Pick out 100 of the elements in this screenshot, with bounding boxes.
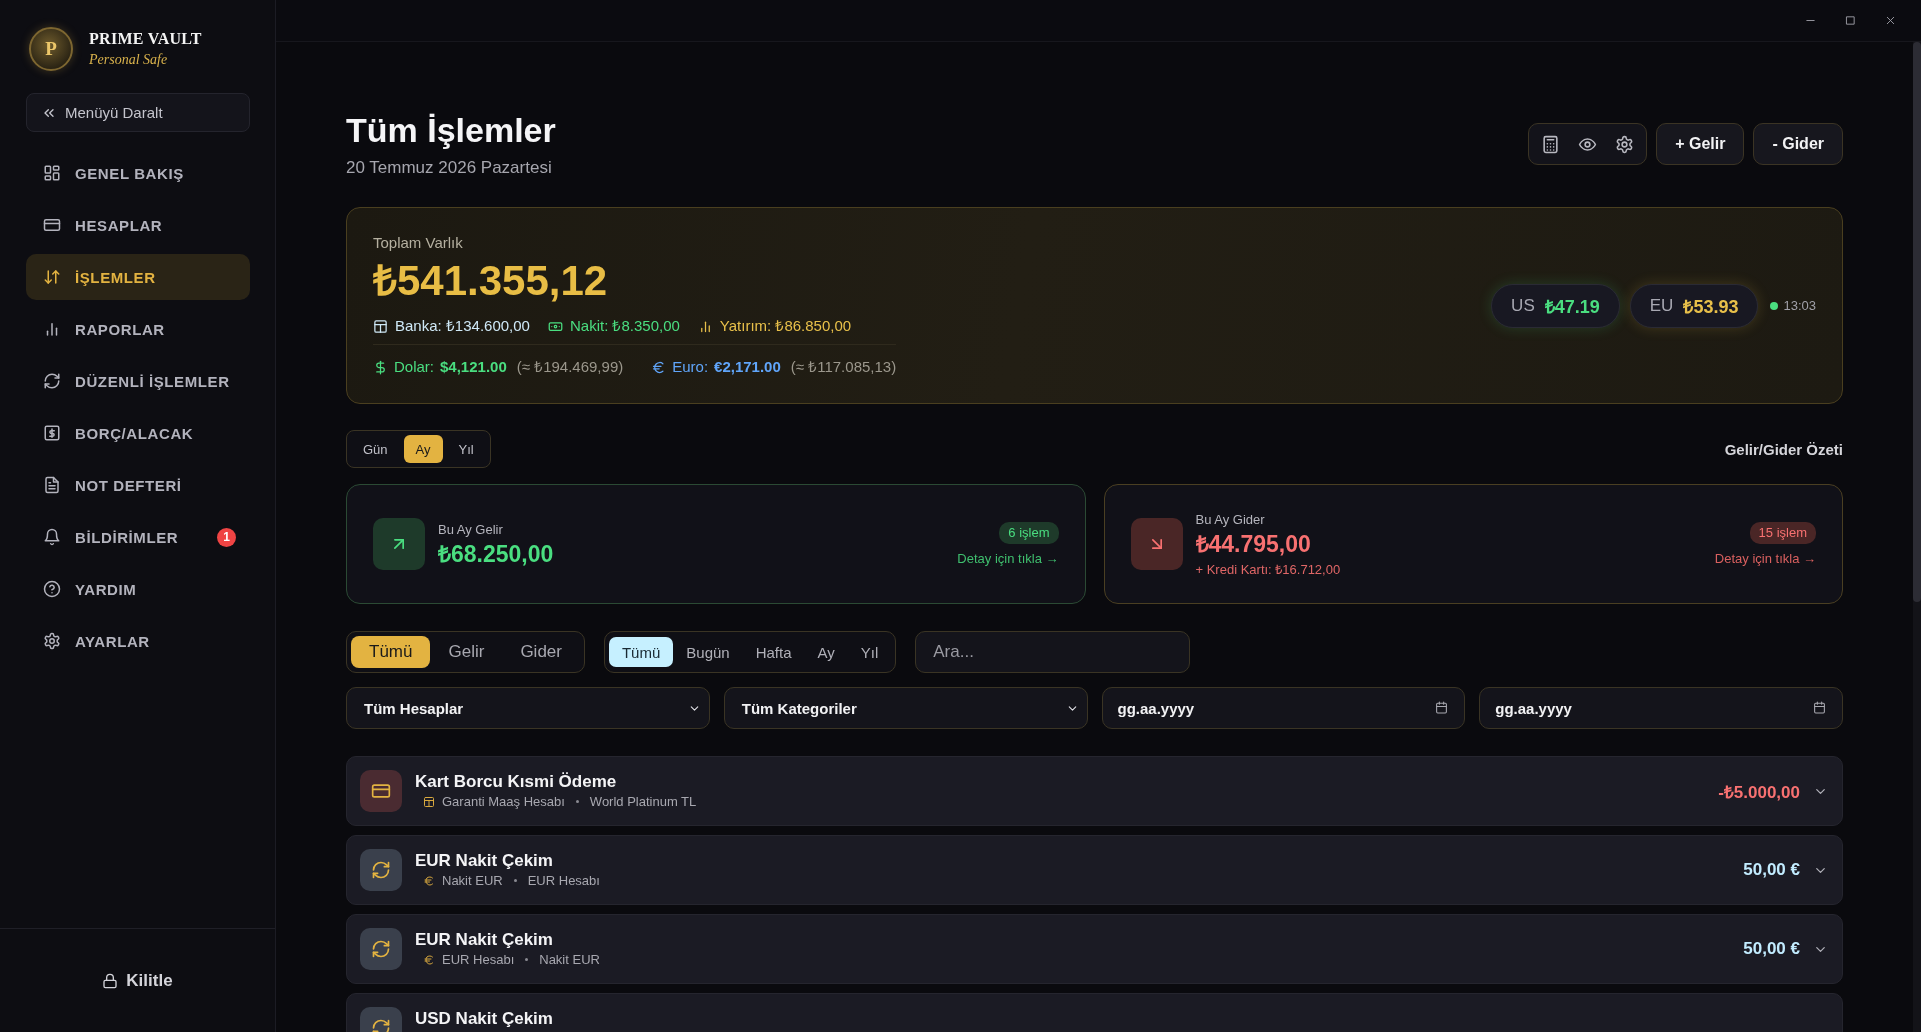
range-tab[interactable]: Tümü [608,637,674,667]
calculator-icon[interactable] [1541,134,1561,154]
transaction-title: USD Nakit Çekim [415,1008,553,1029]
arrows-up-down-icon [43,268,61,286]
range-tab[interactable]: Yıl [847,637,892,667]
summary-amount: ₺68.250,00 [438,539,554,568]
collapse-menu-button[interactable]: Menüyü Daralt [26,93,250,132]
detail-link[interactable]: Detay için tıkla → [957,551,1059,566]
logo: P [29,27,73,71]
count-badge: 15 işlem [1749,522,1816,544]
euro-icon [423,953,435,966]
scrollbar-thumb[interactable] [1913,42,1921,602]
notification-badge: 1 [217,527,236,547]
currency-code: EU [1649,295,1674,316]
type-tab[interactable]: Gelir [430,636,503,668]
converted-value: (≈ ₺117.085,13) [790,357,897,377]
range-tab[interactable]: Ay [804,637,848,667]
action-button[interactable]: + Gelir [1656,123,1745,165]
lock-button[interactable]: Kilitle [96,966,179,995]
nav-item[interactable]: GENEL BAKIŞ [26,150,250,196]
summary-label: Bu Ay Gelir [438,520,503,538]
total-amount: ₺541.355,12 [373,257,608,305]
transaction-amount: -₺5.000,00 [1718,781,1800,803]
rate-value: ₺53.93 [1683,295,1739,318]
table-icon [423,795,435,808]
count-badge: 6 işlem [999,522,1059,544]
summary-note: + Kredi Kartı: ₺16.712,00 [1195,561,1341,578]
dropdown-select[interactable]: Tüm Kategoriler [723,687,1088,729]
section-title: Gelir/Gider Özeti [1724,440,1843,458]
transaction-row[interactable]: Kart Borcu Kısmi Ödeme Garanti Maaş Hesabı World Platinum TL -₺5.000,00 [346,756,1843,826]
summary-card[interactable]: Bu Ay Gelir ₺68.250,00 6 işlem Detay için tıkla → [346,484,1086,604]
currency-label: Dolar: [394,357,434,377]
calendar-icon[interactable] [1813,701,1826,714]
settings-icon [43,632,61,650]
refresh-icon [360,849,402,891]
nav-item[interactable]: HESAPLAR [26,202,250,248]
nav-item[interactable]: BİLDİRİMLER 1 [26,514,250,560]
account-name: EUR Hesabı [442,951,515,969]
nav-item[interactable]: RAPORLAR [26,306,250,352]
transaction-title: Kart Borcu Kısmi Ödeme [415,771,617,792]
rate-value: ₺47.19 [1544,295,1600,318]
dollar-icon [373,359,388,375]
status-dot-icon [1770,301,1779,310]
currency-label: Euro: [672,357,709,377]
type-tab[interactable]: Gider [502,636,580,668]
type-tab[interactable]: Tümü [351,636,431,668]
bell-icon [43,528,61,546]
transaction-amount: 50,00 € [1743,860,1800,880]
action-button[interactable]: - Gider [1753,123,1843,165]
range-tab[interactable]: Bugün [673,637,743,667]
transaction-title: EUR Nakit Çekim [415,850,553,871]
date-field[interactable]: gg.aa.yyyy [1101,687,1466,729]
balance-text: Banka: ₺134.600,00 [395,316,530,336]
nav-item[interactable]: İŞLEMLER [26,254,250,300]
table-icon [373,318,388,334]
settings-icon[interactable] [1615,134,1635,154]
total-label: Toplam Varlık [373,233,463,253]
brand-tagline: Personal Safe [89,51,168,69]
transaction-amount: 50,00 € [1743,939,1800,959]
transaction-row[interactable]: EUR Nakit Çekim Nakit EUR EUR Hesabı 50,00 € [346,835,1843,905]
document-icon [43,476,61,494]
nav-item[interactable]: BORÇ/ALACAK [26,410,250,456]
arrow-down-right-icon [1130,518,1183,570]
maximize-icon[interactable] [1844,15,1856,26]
account-name: Garanti Maaş Hesabı [442,793,565,811]
balance-text: Nakit: ₺8.350,00 [569,316,680,336]
update-time: 13:03 [1783,298,1816,313]
nav-item[interactable]: NOT DEFTERİ [26,462,250,508]
nav-item[interactable]: AYARLAR [26,618,250,664]
calendar-icon[interactable] [1435,701,1449,714]
page-date: 20 Temmuz 2026 Pazartesi [346,157,552,178]
period-tab[interactable]: Ay [403,435,443,463]
transaction-title: EUR Nakit Çekim [415,929,553,950]
close-icon[interactable] [1884,15,1896,26]
lock-icon [102,972,119,989]
balance-text: Yatırım: ₺86.850,00 [719,316,852,336]
currency-code: US [1511,295,1535,316]
nav-item[interactable]: YARDIM [26,566,250,612]
help-icon [43,580,61,598]
detail-link[interactable]: Detay için tıkla → [1714,551,1816,566]
period-tab[interactable]: Yıl [446,435,486,463]
summary-card[interactable]: Bu Ay Gider ₺44.795,00 + Kredi Kartı: ₺16.712,00 15 işlem Detay için tıkla → [1103,484,1843,604]
summary-label: Bu Ay Gider [1195,510,1265,528]
card-icon [43,216,61,234]
brand-name: PRIME VAULT [89,29,202,48]
dropdown-select[interactable]: Tüm Hesaplar [346,687,710,729]
refresh-icon [43,372,61,390]
page-title: Tüm İşlemler [346,110,556,151]
currency-value: $4,121.00 [440,357,507,377]
transaction-row[interactable]: EUR Nakit Çekim EUR Hesabı Nakit EUR 50,00 € [346,914,1843,984]
transaction-row[interactable]: USD Nakit Çekim [346,993,1843,1032]
arrow-up-right-icon [373,518,425,570]
range-tab[interactable]: Hafta [742,637,805,667]
period-tab[interactable]: Gün [351,435,400,463]
card-icon [360,770,402,812]
nav-item[interactable]: DÜZENLİ İŞLEMLER [26,358,250,404]
account-name: Nakit EUR [539,951,600,969]
date-field[interactable]: gg.aa.yyyy [1479,687,1843,729]
account-name: Nakit EUR [442,872,503,890]
search-field[interactable]: Ara... [915,631,1191,673]
